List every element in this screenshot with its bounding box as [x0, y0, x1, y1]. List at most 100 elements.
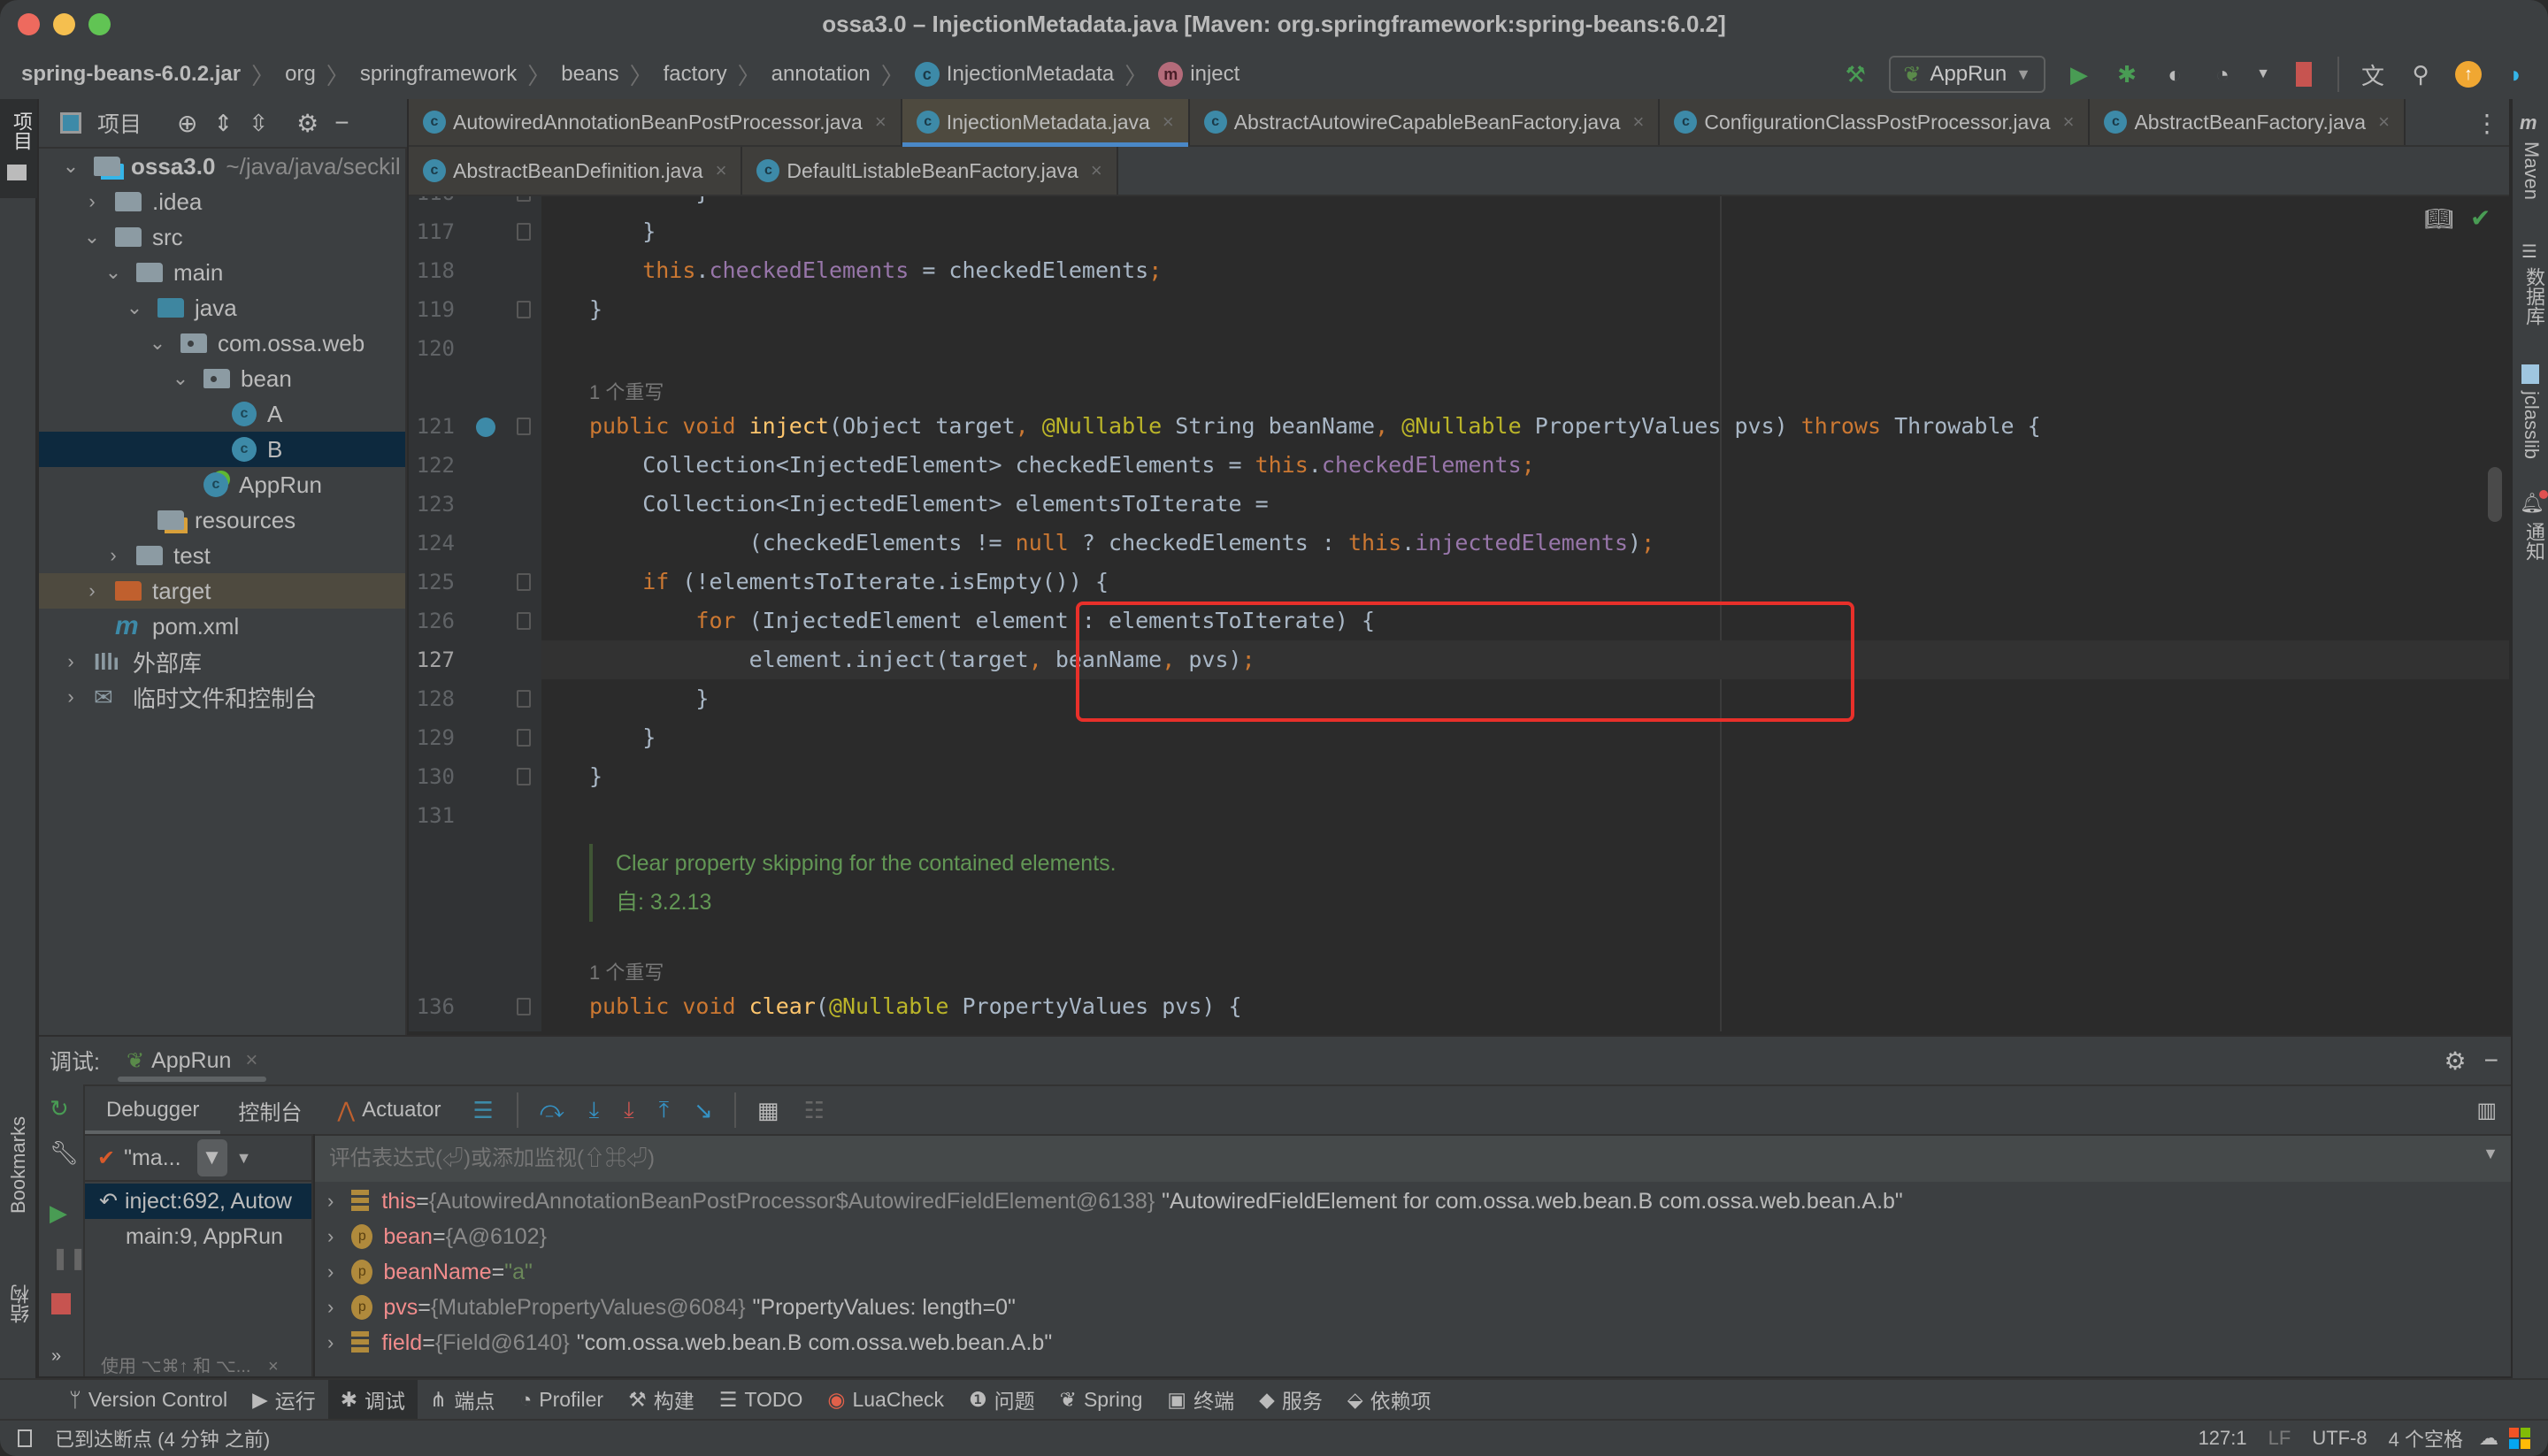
- tool-window-debug[interactable]: ✱ 调试: [327, 1380, 418, 1419]
- tool-window-vcs[interactable]: ᛘ Version Control: [57, 1380, 240, 1419]
- variable-row[interactable]: › p pvs = {MutablePropertyValues@6084} "Pro…: [327, 1290, 1016, 1325]
- hide-panel-icon[interactable]: −: [2484, 1046, 2498, 1075]
- evaluate-expression-icon[interactable]: ▦: [757, 1097, 779, 1124]
- debug-session-tab[interactable]: ❦ AppRun ×: [117, 1036, 267, 1085]
- tool-window-dependencies[interactable]: ⬙ 依赖项: [1335, 1380, 1444, 1419]
- expand-all-icon[interactable]: ⇕: [213, 110, 233, 137]
- collapse-all-icon[interactable]: ⇳: [249, 110, 268, 137]
- tree-item[interactable]: ⌄ src: [39, 219, 405, 255]
- debug-icon[interactable]: ✱: [2113, 60, 2141, 88]
- tool-window-run[interactable]: ▶ 运行: [240, 1380, 328, 1419]
- more-tabs-icon[interactable]: ⋮: [2465, 99, 2509, 147]
- tree-item[interactable]: › Illı 外部库: [39, 644, 405, 679]
- chevron-down-icon[interactable]: ⌄: [103, 261, 124, 284]
- tool-window-luacheck[interactable]: ◉ LuaCheck: [815, 1380, 956, 1419]
- profile-icon[interactable]: ◔: [2208, 60, 2237, 88]
- run-config-selector[interactable]: ❦ AppRun ▼: [1889, 56, 2045, 93]
- caret-position[interactable]: 127:1: [2199, 1427, 2247, 1450]
- chevron-right-icon[interactable]: ›: [327, 1296, 334, 1319]
- tool-window-services[interactable]: ◆ 服务: [1247, 1380, 1335, 1419]
- editor-tab[interactable]: c AbstractBeanFactory.java ×: [2090, 99, 2406, 145]
- breadcrumb-item[interactable]: beans: [561, 62, 618, 87]
- variable-row[interactable]: › p beanName = "a": [327, 1254, 533, 1290]
- reader-mode-icon[interactable]: 📖︎: [2424, 205, 2453, 233]
- chevron-down-icon[interactable]: ⌄: [147, 332, 168, 355]
- update-icon[interactable]: ↑: [2454, 60, 2483, 88]
- breadcrumb-item[interactable]: spring-beans-6.0.2.jar: [21, 62, 241, 87]
- override-hint[interactable]: 1 个重写: [589, 957, 664, 985]
- close-tab-icon[interactable]: ×: [1163, 111, 1174, 134]
- jetbrains-logo-icon[interactable]: ◗: [2502, 60, 2530, 88]
- stack-frame[interactable]: main:9, AppRun: [85, 1219, 311, 1254]
- editor-tab[interactable]: c InjectionMetadata.java ×: [902, 99, 1190, 147]
- breadcrumb-item[interactable]: springframework: [360, 62, 517, 87]
- hide-panel-icon[interactable]: −: [334, 109, 349, 137]
- tree-item[interactable]: › .idea: [39, 184, 405, 219]
- coverage-icon[interactable]: ◐: [2160, 60, 2189, 88]
- breadcrumb-item[interactable]: annotation: [771, 62, 871, 87]
- status-message[interactable]: 已到达断点 (4 分钟 之前): [55, 1424, 270, 1452]
- chevron-right-icon[interactable]: ›: [327, 1190, 334, 1213]
- resume-icon[interactable]: ▶: [50, 1199, 67, 1227]
- build-hammer-icon[interactable]: ⚒: [1841, 60, 1869, 88]
- search-icon[interactable]: ⚲: [2406, 60, 2435, 88]
- database-tool-button[interactable]: 数据库: [2520, 267, 2548, 326]
- chevron-down-icon[interactable]: ▼: [236, 1149, 252, 1168]
- editor-tab[interactable]: c AutowiredAnnotationBeanPostProcessor.ja…: [409, 99, 902, 145]
- wrench-icon[interactable]: 🔧︎: [50, 1139, 79, 1167]
- chevron-down-icon[interactable]: ▼: [2256, 60, 2270, 88]
- gear-icon[interactable]: ⚙: [296, 109, 318, 138]
- step-into-icon[interactable]: ⤓: [589, 1096, 600, 1124]
- pause-icon[interactable]: ❚❚: [51, 1245, 87, 1271]
- tree-item[interactable]: › ✉ 临时文件和控制台: [39, 679, 405, 715]
- cloud-settings-icon[interactable]: ☁: [2479, 1427, 2498, 1450]
- close-icon[interactable]: ×: [245, 1048, 257, 1073]
- stop-icon[interactable]: [2290, 60, 2318, 88]
- stop-icon[interactable]: [51, 1293, 71, 1314]
- editor-tab[interactable]: c AbstractAutowireCapableBeanFactory.java…: [1189, 99, 1661, 145]
- tree-item[interactable]: m pom.xml: [39, 609, 405, 644]
- breadcrumb-item[interactable]: factory: [664, 62, 727, 87]
- tab-console[interactable]: 控制台: [220, 1085, 319, 1135]
- chevron-right-icon[interactable]: ›: [327, 1261, 334, 1284]
- tool-window-todo[interactable]: ☰ TODO: [707, 1380, 816, 1419]
- layout-settings-icon[interactable]: ▥: [2476, 1098, 2497, 1123]
- tool-window-terminal[interactable]: ▣ 终端: [1155, 1380, 1247, 1419]
- no-problems-check-icon[interactable]: ✔: [2470, 203, 2490, 233]
- toggle-panels-icon[interactable]: [18, 1429, 32, 1447]
- line-ending[interactable]: LF: [2268, 1427, 2291, 1450]
- chevron-down-icon[interactable]: ▼: [2483, 1145, 2498, 1163]
- tree-item[interactable]: ⌄ bean: [39, 361, 405, 396]
- thread-selector[interactable]: ✔ "ma... ▼ ▼: [85, 1136, 311, 1182]
- variable-row[interactable]: › p bean = {A@6102}: [327, 1219, 547, 1254]
- close-tab-icon[interactable]: ×: [1091, 159, 1102, 182]
- file-encoding[interactable]: UTF-8: [2312, 1427, 2367, 1450]
- locate-icon[interactable]: ⊕: [177, 109, 197, 138]
- tool-window-problems[interactable]: ❶ 问题: [956, 1380, 1048, 1419]
- tool-window-endpoints[interactable]: ⋔ 端点: [418, 1380, 507, 1419]
- breadcrumb-item[interactable]: inject: [1190, 62, 1239, 87]
- run-icon[interactable]: ▶: [2065, 60, 2093, 88]
- tree-item[interactable]: resources: [39, 502, 405, 538]
- tree-item[interactable]: › test: [39, 538, 405, 573]
- chevron-right-icon[interactable]: ›: [327, 1225, 334, 1248]
- close-tab-icon[interactable]: ×: [875, 111, 886, 134]
- variable-row[interactable]: › this = {AutowiredAnnotationBeanPostProc…: [327, 1184, 1903, 1219]
- editor-scrollbar[interactable]: [2488, 467, 2502, 522]
- bookmarks-tool-button[interactable]: Bookmarks: [7, 1116, 30, 1214]
- tree-item[interactable]: cA: [39, 396, 405, 432]
- chevron-right-icon[interactable]: ›: [60, 650, 81, 673]
- indent-setting[interactable]: 4 个空格: [2389, 1424, 2463, 1452]
- gear-icon[interactable]: ⚙: [2444, 1046, 2467, 1076]
- more-actions-icon[interactable]: »: [51, 1346, 61, 1367]
- run-to-cursor-icon[interactable]: ↘: [694, 1097, 713, 1124]
- close-tab-icon[interactable]: ×: [2063, 111, 2075, 134]
- chevron-right-icon[interactable]: ›: [81, 579, 103, 602]
- chevron-down-icon[interactable]: ⌄: [81, 226, 103, 249]
- editor-tab[interactable]: c AbstractBeanDefinition.java ×: [409, 147, 743, 195]
- chevron-down-icon[interactable]: ⌄: [124, 296, 145, 319]
- chevron-right-icon[interactable]: ›: [60, 686, 81, 709]
- chevron-right-icon[interactable]: ›: [81, 190, 103, 213]
- jclasslib-tool-button[interactable]: jclasslib: [2520, 391, 2543, 459]
- threads-layout-icon[interactable]: ☰: [473, 1097, 494, 1124]
